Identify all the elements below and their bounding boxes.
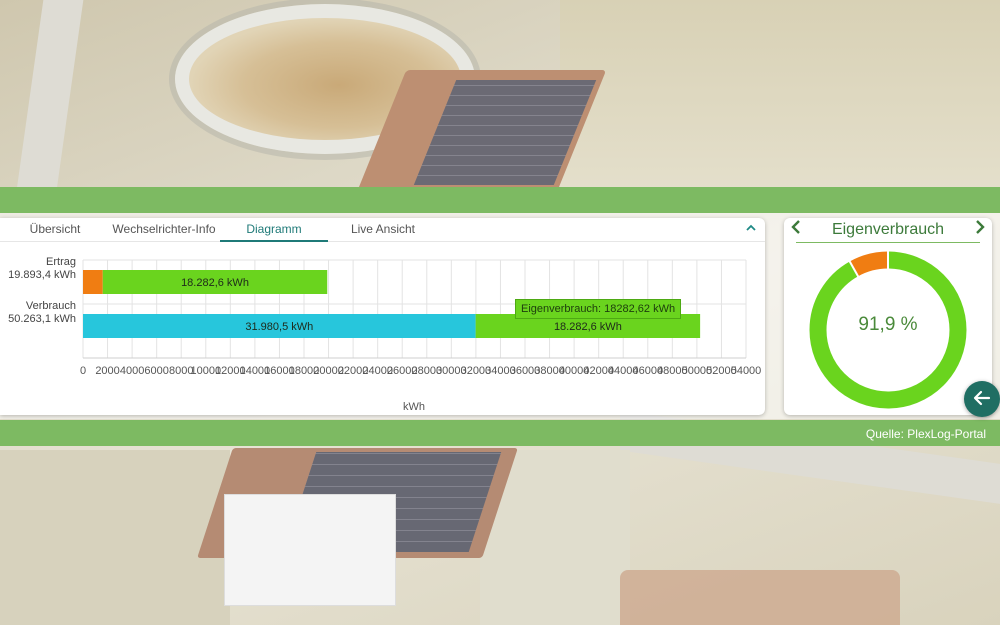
tab-wechselrichter-info[interactable]: Wechselrichter-Info <box>108 222 220 242</box>
card-title: Eigenverbrauch <box>831 221 945 238</box>
x-tick-label: 6000 <box>144 365 168 377</box>
chevron-up-icon[interactable] <box>745 222 757 237</box>
chart-plot: 0 2000 4000 6000 800010000120001400016000180… <box>80 259 762 377</box>
basin <box>620 570 900 625</box>
donut-chart: 91,9 % <box>808 250 968 410</box>
x-tick-label: 0 <box>80 365 86 377</box>
tab-live-ansicht[interactable]: Live Ansicht <box>338 222 428 242</box>
bar-chart: Ertrag 19.893,4 kWh Verbrauch 50.263,1 k… <box>0 248 765 413</box>
x-tick-label: 54000 <box>731 365 762 377</box>
source-credit: Quelle: PlexLog-Portal <box>865 427 986 441</box>
tab-diagramm[interactable]: Diagramm <box>220 222 328 242</box>
title-divider <box>796 242 980 243</box>
donut-value: 91,9 % <box>858 314 918 335</box>
arrow-left-icon <box>973 390 991 406</box>
x-axis-label: kWh <box>403 401 425 413</box>
tab-uebersicht[interactable]: Übersicht <box>20 222 90 242</box>
bottom-band <box>0 420 1000 446</box>
bar-segment <box>83 270 103 294</box>
bar-data-label: 18.282,6 kWh <box>181 277 249 289</box>
chevron-right-icon[interactable] <box>974 219 986 240</box>
bar-data-label: 31.980,5 kWh <box>245 321 313 333</box>
top-band <box>0 187 1000 213</box>
self-consumption-card: Eigenverbrauch 91,9 % <box>784 218 992 415</box>
back-button[interactable] <box>964 381 1000 417</box>
tab-bar: Übersicht Wechselrichter-Info Diagramm L… <box>0 218 765 242</box>
building <box>225 495 395 605</box>
x-tick-label: 4000 <box>120 365 144 377</box>
bar-data-label: 18.282,6 kWh <box>554 321 622 333</box>
x-tick-label: 2000 <box>95 365 119 377</box>
chart-tooltip: Eigenverbrauch: 18282,62 kWh <box>515 299 682 319</box>
